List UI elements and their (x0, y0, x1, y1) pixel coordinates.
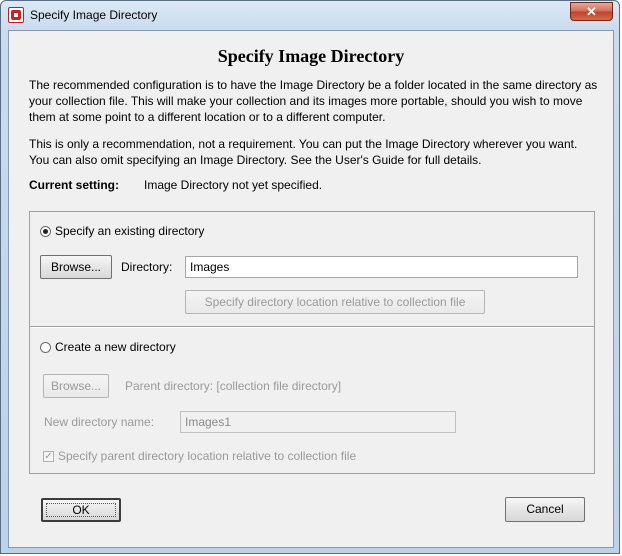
create-browse-button[interactable]: Browse... (43, 374, 109, 398)
dialog-body: Specify Image Directory The recommended … (8, 30, 614, 548)
existing-directory-radio-label: Specify an existing directory (55, 224, 205, 238)
radio-selected-icon (40, 225, 51, 237)
checkbox-checked-icon: ✓ (43, 450, 54, 462)
parent-directory-label: Parent directory: [collection file direc… (125, 379, 342, 393)
relative-parent-checkbox-label: Specify parent directory location relati… (58, 449, 357, 463)
existing-directory-radio[interactable]: Specify an existing directory (40, 224, 204, 238)
existing-directory-group: Specify an existing directory Browse... … (29, 211, 595, 327)
existing-browse-button[interactable]: Browse... (40, 255, 112, 279)
relative-parent-checkbox[interactable]: ✓ Specify parent directory location rela… (43, 449, 356, 463)
new-directory-group: Create a new directory Browse... Parent … (29, 326, 595, 474)
close-icon: ✕ (586, 4, 597, 19)
radio-unselected-icon (40, 341, 51, 353)
recommendation-paragraph: The recommended configuration is to have… (29, 78, 598, 124)
close-button[interactable]: ✕ (570, 2, 613, 21)
relative-location-button[interactable]: Specify directory location relative to c… (185, 290, 485, 314)
title-bar[interactable]: Specify Image Directory ✕ (1, 1, 619, 31)
dialog-heading: Specify Image Directory (217, 46, 405, 66)
new-directory-name-input[interactable]: Images1 (180, 411, 456, 433)
new-directory-name-label: New directory name: (44, 415, 155, 429)
dialog-window: Specify Image Directory ✕ Specify Image … (0, 0, 620, 554)
current-setting-value: Image Directory not yet specified. (144, 178, 323, 192)
note-paragraph: This is only a recommendation, not a req… (29, 137, 578, 167)
parent-directory-value: [collection file directory] (216, 379, 342, 393)
directory-input[interactable]: Images (185, 256, 578, 278)
cancel-button[interactable]: Cancel (505, 497, 585, 522)
directory-label: Directory: (121, 260, 173, 274)
current-setting-label: Current setting: (29, 178, 119, 192)
create-directory-radio-label: Create a new directory (55, 340, 176, 354)
ok-button[interactable]: OK (41, 498, 121, 522)
app-icon (8, 7, 24, 23)
create-directory-radio[interactable]: Create a new directory (40, 340, 176, 354)
window-title: Specify Image Directory (30, 8, 158, 22)
